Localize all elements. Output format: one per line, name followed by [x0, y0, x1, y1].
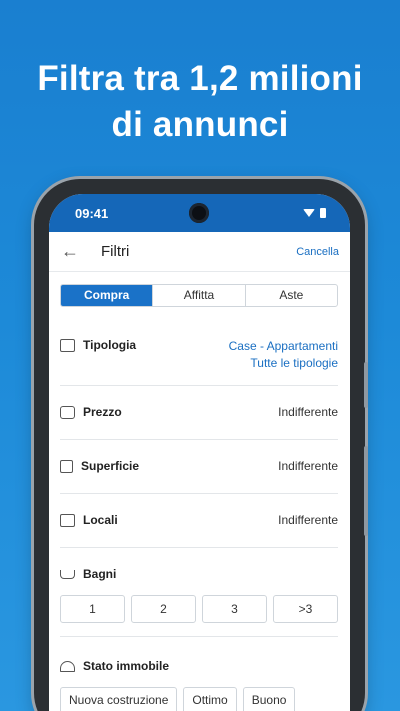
stato-options: Nuova costruzione Ottimo Buono — [60, 687, 338, 711]
helmet-icon — [60, 660, 75, 672]
cancel-button[interactable]: Cancella — [296, 246, 339, 258]
bathtub-icon — [60, 569, 75, 579]
filter-label: Locali — [83, 513, 118, 527]
filter-label: Tipologia — [83, 338, 137, 352]
camera-icon — [189, 203, 209, 223]
filter-row-tipologia[interactable]: Tipologia Case - Appartamenti Tutte le t… — [60, 316, 338, 386]
building-icon — [60, 338, 75, 352]
filter-section-bagni: Bagni 1 2 3 >3 — [49, 548, 350, 637]
page-title: Filtri — [101, 243, 130, 260]
wifi-icon — [303, 209, 315, 217]
tab-affitta[interactable]: Affitta — [152, 285, 244, 306]
superficie-value: Indifferente — [278, 459, 338, 473]
tipologia-value-1[interactable]: Case - Appartamenti — [229, 338, 338, 355]
filter-label: Superficie — [81, 459, 140, 473]
prezzo-value: Indifferente — [278, 405, 338, 419]
bagni-option-1[interactable]: 1 — [60, 595, 125, 623]
stato-option-buono[interactable]: Buono — [242, 687, 296, 711]
filter-row-locali[interactable]: Locali Indifferente — [60, 494, 338, 548]
room-icon — [60, 513, 75, 527]
tipologia-value-2[interactable]: Tutte le tipologie — [229, 355, 338, 372]
filter-row-prezzo[interactable]: Prezzo Indifferente — [60, 386, 338, 440]
headline-line-1: Filtra tra 1,2 milioni — [37, 59, 363, 98]
money-icon — [60, 405, 75, 419]
area-icon — [60, 459, 73, 473]
tab-compra[interactable]: Compra — [61, 285, 153, 306]
filter-label: Prezzo — [83, 405, 122, 419]
locali-value: Indifferente — [278, 513, 338, 527]
bagni-options: 1 2 3 >3 — [60, 595, 338, 623]
contract-tabs: Compra Affitta Aste — [60, 284, 338, 307]
phone-volume-button — [364, 362, 368, 408]
divider — [60, 623, 338, 637]
filter-label: Stato immobile — [83, 659, 170, 673]
headline-line-2: di annunci — [111, 105, 289, 144]
app-bar: ← Filtri Cancella — [49, 232, 350, 272]
stato-option-ottimo[interactable]: Ottimo — [183, 687, 237, 711]
arrow-left-icon[interactable]: ← — [61, 241, 101, 262]
phone-power-button — [364, 446, 368, 536]
battery-icon — [320, 208, 326, 218]
filter-row-superficie[interactable]: Superficie Indifferente — [60, 440, 338, 494]
bagni-option-2[interactable]: 2 — [131, 595, 196, 623]
bagni-option-3[interactable]: 3 — [202, 595, 267, 623]
bagni-option-more[interactable]: >3 — [273, 595, 338, 623]
phone-screen: 09:41 ← Filtri Cancella Compra Affitta A… — [49, 194, 350, 711]
filter-label: Bagni — [83, 567, 117, 581]
filter-section-stato: Stato immobile Nuova costruzione Ottimo … — [49, 637, 350, 711]
promo-headline: Filtra tra 1,2 milioni di annunci — [0, 56, 400, 148]
status-bar: 09:41 — [49, 194, 350, 232]
stato-option-nuova[interactable]: Nuova costruzione — [60, 687, 178, 711]
tab-aste[interactable]: Aste — [244, 285, 337, 306]
status-time: 09:41 — [75, 205, 109, 221]
